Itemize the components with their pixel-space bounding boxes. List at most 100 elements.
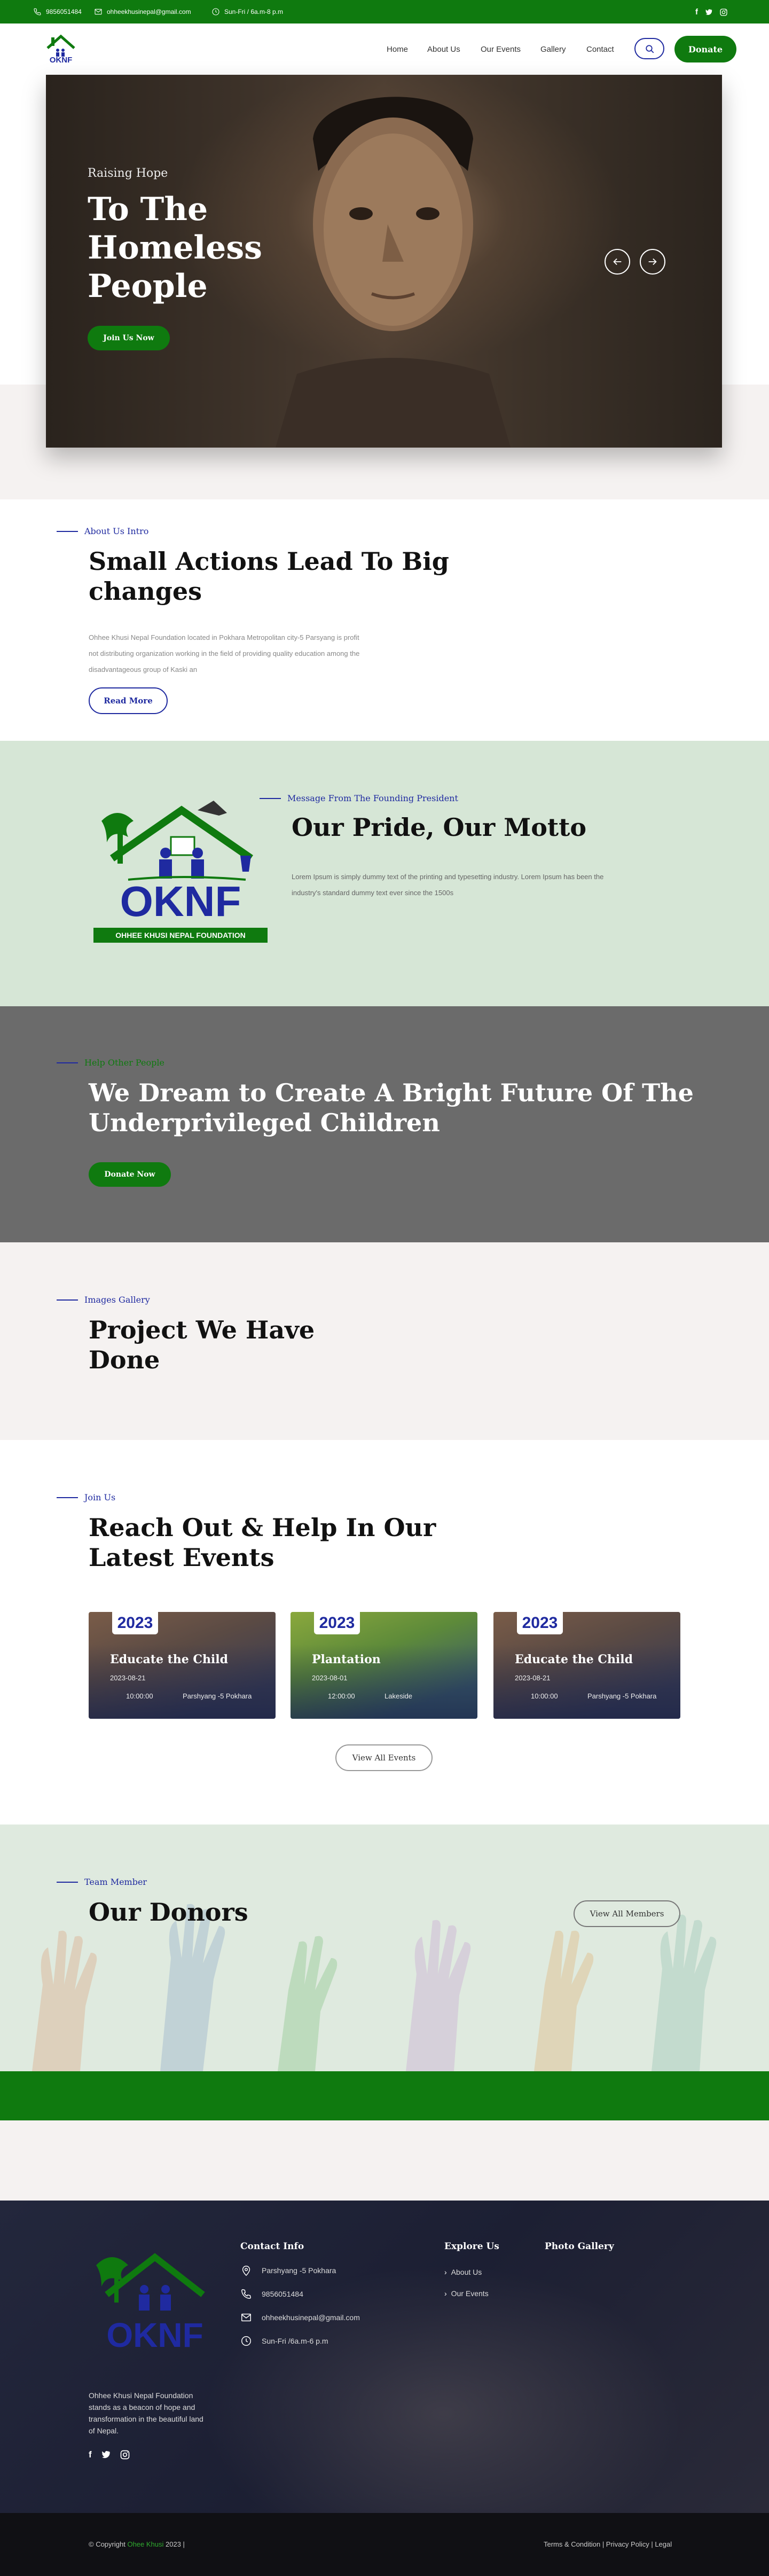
view-all-members-button[interactable]: View All Members (574, 1900, 680, 1927)
footer-about-line-4: of Nepal. (89, 2426, 119, 2435)
gallery-title: Project We Have Done (89, 1315, 315, 1375)
help-title-line-1: We Dream to Create A Bright Future Of Th… (89, 1078, 694, 1107)
contact-phone[interactable]: 9856051484 (240, 2288, 303, 2300)
explore-link-events[interactable]: › Our Events (444, 2289, 489, 2298)
donors-section: Team Member Our Donors View All Members (0, 1825, 769, 2071)
donate-button[interactable]: Donate (674, 36, 736, 62)
instagram-icon[interactable] (719, 8, 728, 17)
instagram-icon[interactable] (120, 2449, 130, 2460)
event-title: Educate the Child (515, 1653, 633, 1666)
search-icon (646, 45, 654, 53)
location-icon (242, 2266, 250, 2276)
nav-contact[interactable]: Contact (586, 45, 614, 54)
donors-title: Our Donors (89, 1898, 248, 1927)
view-all-events-button[interactable]: View All Events (335, 1744, 433, 1771)
clock-icon (241, 2336, 251, 2346)
mail-icon (241, 2313, 251, 2322)
event-time: 10:00:00 (126, 1692, 153, 1700)
event-year-badge: 2023 (517, 1612, 563, 1634)
event-card[interactable]: 2023 Educate the Child 2023-08-21 10:00:… (493, 1612, 680, 1719)
hero-boy-image (276, 97, 511, 448)
read-more-button[interactable]: Read More (89, 687, 168, 714)
event-card[interactable]: 2023 Plantation 2023-08-01 12:00:00 Lake… (291, 1612, 477, 1719)
event-place: Parshyang -5 Pokhara (183, 1692, 252, 1700)
facebook-icon[interactable]: f (89, 2449, 92, 2460)
next-slide-button[interactable] (640, 249, 665, 275)
copyright-brand-link[interactable]: Ohee Khusi (127, 2540, 163, 2548)
facebook-icon[interactable]: f (695, 7, 698, 17)
event-place: Parshyang -5 Pokhara (587, 1692, 657, 1700)
hero-title-line-1: To The (88, 191, 208, 228)
topbar-phone-text: 9856051484 (46, 8, 82, 15)
topbar-phone[interactable]: 9856051484 (33, 7, 82, 16)
chevron-right-icon: › (444, 2289, 447, 2298)
footer-about-line-2: stands as a beacon of hope and (89, 2403, 195, 2411)
chevron-right-icon: › (444, 2268, 447, 2276)
gallery-eyebrow: Images Gallery (57, 1295, 150, 1305)
footer: OKNF Ohhee Khusi Nepal Foundation stands… (0, 2201, 769, 2513)
donate-now-button[interactable]: Donate Now (89, 1162, 171, 1187)
contact-hours: Sun-Fri /6a.m-6 p.m (240, 2335, 328, 2347)
photo-gallery-heading: Photo Gallery (545, 2241, 614, 2252)
nav-gallery[interactable]: Gallery (540, 45, 566, 54)
about-section: About Us Intro Small Actions Lead To Big… (0, 499, 769, 741)
hero-title-line-2: Homeless (88, 229, 262, 267)
event-date: 2023-08-21 (110, 1674, 146, 1682)
green-band (0, 2071, 769, 2120)
event-date: 2023-08-01 (312, 1674, 348, 1682)
hero-eyebrow: Raising Hope (88, 167, 168, 180)
hero-title: To The Homeless People (88, 190, 262, 306)
mail-icon (95, 9, 102, 15)
site-logo[interactable]: OKNF (45, 32, 77, 67)
legal-links[interactable]: Terms & Condition | Privacy Policy | Leg… (544, 2540, 672, 2548)
footer-about-line-3: transformation in the beautiful land (89, 2415, 203, 2423)
help-eyebrow: Help Other People (57, 1058, 164, 1068)
gallery-title-line-1: Project We Have (89, 1316, 315, 1344)
logo-text: OKNF (49, 56, 73, 65)
about-eyebrow: About Us Intro (57, 526, 148, 536)
explore-link-about-label: About Us (451, 2268, 482, 2276)
events-title-line-1: Reach Out & Help In Our (89, 1513, 436, 1542)
about-title-line-1: Small Actions Lead To Big (89, 547, 449, 576)
about-body-line-3: disadvantageous group of Kaski an (89, 665, 198, 674)
phone-icon (34, 8, 41, 15)
message-body-line-1: Lorem Ipsum is simply dummy text of the … (292, 873, 604, 881)
phone-icon (241, 2289, 251, 2299)
topbar-hours-text: Sun-Fri / 6a.m-8 p.m (224, 8, 284, 15)
event-time: 10:00:00 (531, 1692, 558, 1700)
event-place: Lakeside (384, 1692, 413, 1700)
raised-hands-background (32, 1904, 717, 2071)
message-section: OKNF OHHEE KHUSI NEPAL FOUNDATION Messag… (0, 741, 769, 1006)
event-year-badge: 2023 (314, 1612, 360, 1634)
footer-about-line-1: Ohhee Khusi Nepal Foundation (89, 2391, 193, 2400)
copyright-suffix: 2023 | (166, 2540, 185, 2548)
prev-slide-button[interactable] (605, 249, 630, 275)
message-body-line-2: industry's standard dummy text ever sinc… (292, 889, 454, 897)
hero-slider: Raising Hope To The Homeless People Join… (46, 75, 722, 448)
explore-heading: Explore Us (444, 2241, 499, 2252)
contact-phone-text: 9856051484 (262, 2290, 303, 2298)
help-title-line-2: Underprivileged Children (89, 1108, 440, 1137)
contact-hours-text: Sun-Fri /6a.m-6 p.m (262, 2337, 328, 2345)
event-card[interactable]: 2023 Educate the Child 2023-08-21 10:00:… (89, 1612, 276, 1719)
contact-email[interactable]: ohheekhusinepal@gmail.com (240, 2312, 360, 2323)
nav-about-us[interactable]: About Us (427, 45, 460, 54)
about-body-line-1: Ohhee Khusi Nepal Foundation located in … (89, 633, 359, 641)
twitter-icon[interactable] (704, 8, 713, 17)
oknf-logo-image: OKNF (101, 801, 253, 925)
nav-our-events[interactable]: Our Events (481, 45, 521, 54)
events-title-line-2: Latest Events (89, 1543, 274, 1572)
contact-heading: Contact Info (240, 2241, 304, 2252)
footer-logo-image[interactable]: OKNF (91, 2246, 219, 2353)
twitter-icon[interactable] (100, 2449, 111, 2460)
top-bar: 9856051484 ohheekhusinepal@gmail.com Sun… (0, 0, 769, 24)
search-button[interactable] (634, 38, 664, 59)
join-us-button[interactable]: Join Us Now (88, 326, 170, 350)
footer-children-image (203, 2265, 684, 2513)
social-links: f (695, 7, 728, 17)
topbar-email[interactable]: ohheekhusinepal@gmail.com (94, 7, 191, 16)
explore-link-about[interactable]: › About Us (444, 2268, 482, 2276)
nav-home[interactable]: Home (387, 45, 408, 54)
message-body: Lorem Ipsum is simply dummy text of the … (292, 869, 603, 901)
footer-social: f (89, 2449, 130, 2460)
